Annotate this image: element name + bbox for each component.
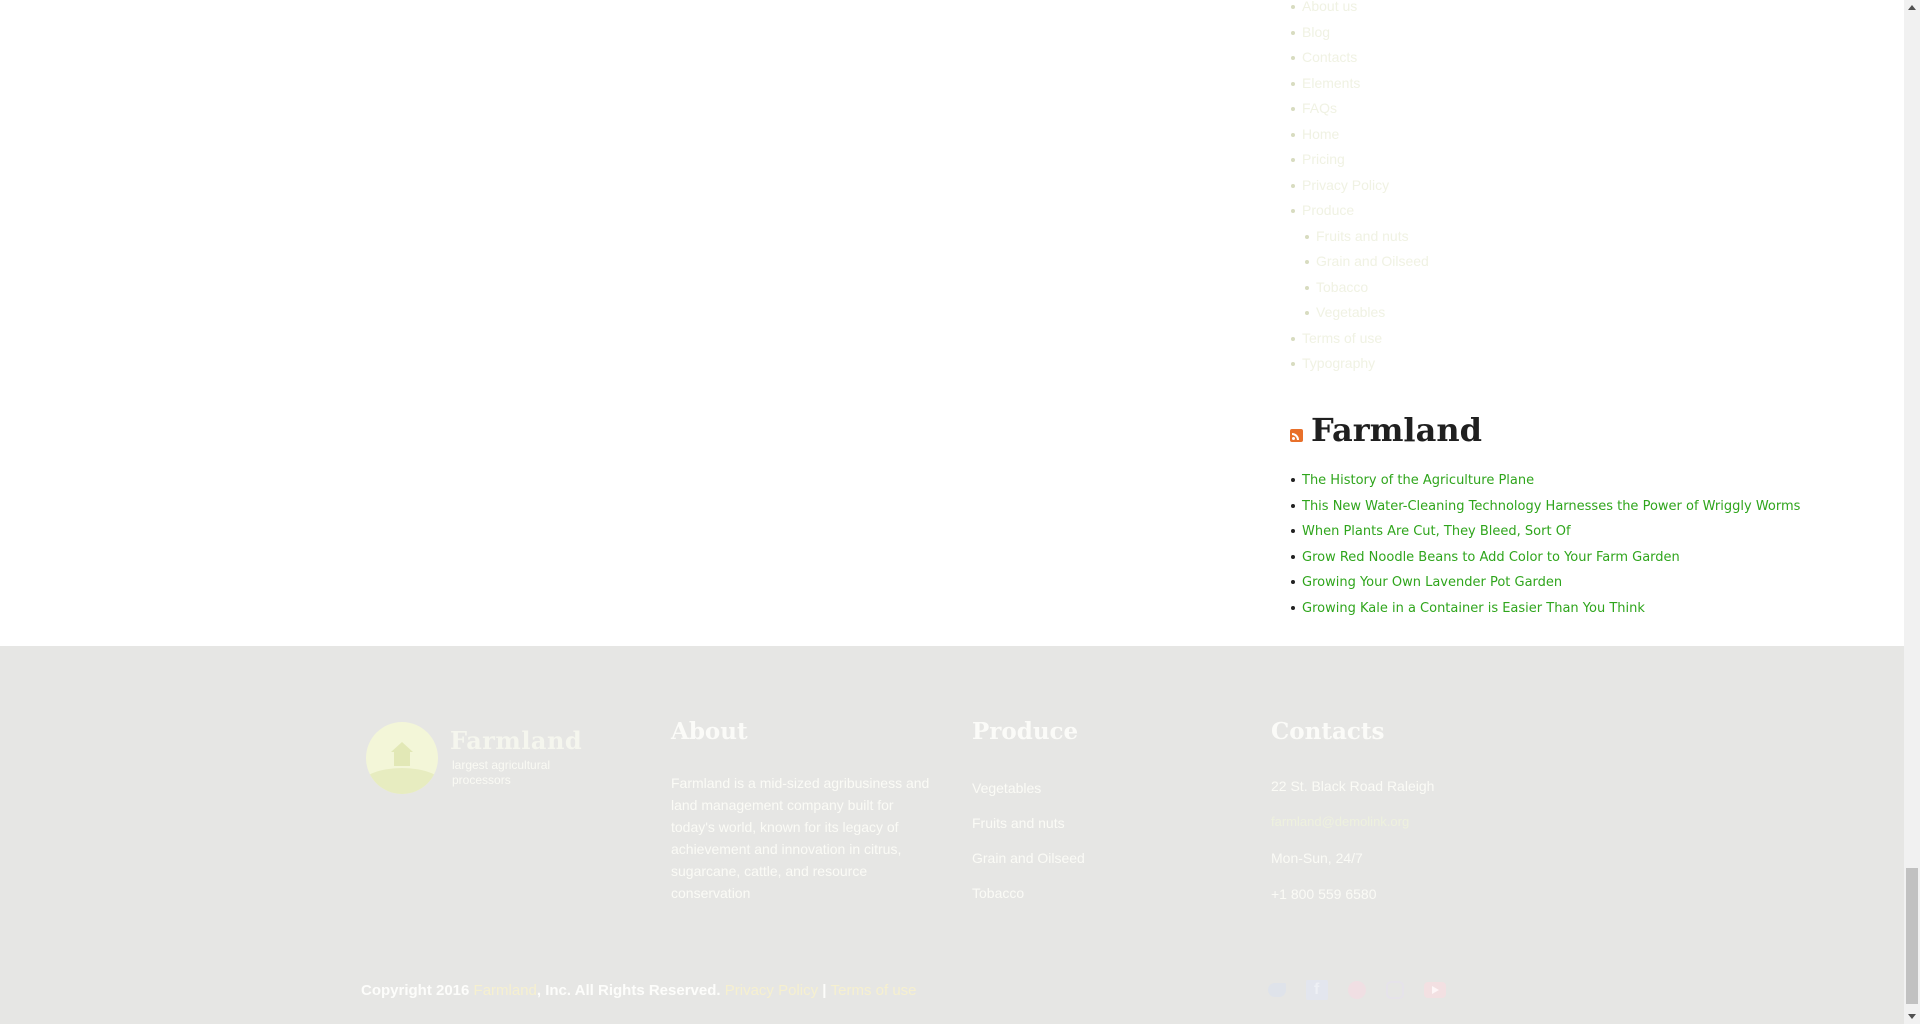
- footer: Farmland largest agricultural processors…: [0, 646, 1904, 1024]
- rss-item-link[interactable]: Grow Red Noodle Beans to Add Color to Yo…: [1302, 550, 1680, 565]
- rss-item: This New Water-Cleaning Technology Harne…: [1282, 494, 1800, 520]
- page-link-typography[interactable]: Typography: [1282, 352, 1882, 378]
- page-link-privacy-policy[interactable]: Privacy Policy: [1282, 174, 1882, 200]
- page-link-terms-of-use[interactable]: Terms of use: [1282, 327, 1882, 353]
- rss-item-link[interactable]: When Plants Are Cut, They Bleed, Sort Of: [1302, 524, 1571, 539]
- copyright-separator: |: [818, 982, 831, 999]
- page-link-about-us[interactable]: About us: [1282, 0, 1882, 21]
- rss-widget-title[interactable]: Farmland: [1311, 410, 1482, 450]
- pinterest-icon[interactable]: [1348, 981, 1366, 999]
- rss-item: Growing Your Own Lavender Pot Garden: [1282, 570, 1800, 596]
- footer-produce-link-fruits-and-nuts[interactable]: Fruits and nuts: [972, 815, 1085, 850]
- page-link-faqs[interactable]: FAQs: [1282, 97, 1882, 123]
- footer-contacts-title: Contacts: [1271, 718, 1385, 745]
- footer-produce-link-vegetables[interactable]: Vegetables: [972, 780, 1085, 815]
- produce-subpages-list: Fruits and nuts Grain and Oilseed Tobacc…: [1296, 225, 1882, 327]
- page-link-blog[interactable]: Blog: [1282, 21, 1882, 47]
- footer-produce-title: Produce: [972, 718, 1079, 745]
- page-link-produce[interactable]: Produce: [1282, 199, 1882, 225]
- rss-item: Growing Kale in a Container is Easier Th…: [1282, 596, 1800, 622]
- farmland-logo[interactable]: [366, 722, 438, 794]
- twitter-icon[interactable]: [1268, 983, 1286, 997]
- page-link-elements[interactable]: Elements: [1282, 72, 1882, 98]
- logo-hill: [366, 768, 438, 794]
- footer-brand-name[interactable]: Farmland: [450, 726, 582, 755]
- page-link-vegetables[interactable]: Vegetables: [1296, 301, 1882, 327]
- page-link-fruits-and-nuts[interactable]: Fruits and nuts: [1296, 225, 1882, 251]
- rss-item-link[interactable]: Growing Kale in a Container is Easier Th…: [1302, 601, 1645, 616]
- rss-item-link[interactable]: Growing Your Own Lavender Pot Garden: [1302, 575, 1562, 590]
- footer-about-text: Farmland is a mid-sized agribusiness and…: [671, 775, 930, 901]
- page-link-contacts[interactable]: Contacts: [1282, 46, 1882, 72]
- page-link-grain-and-oilseed[interactable]: Grain and Oilseed: [1296, 250, 1882, 276]
- privacy-policy-link[interactable]: Privacy Policy: [725, 982, 818, 999]
- footer-contacts-list: 22 St. Black Road Raleigh farmland@demol…: [1271, 778, 1434, 922]
- main-content: About us Blog Contacts Elements FAQs Hom…: [0, 0, 1904, 646]
- footer-produce-link-grain-and-oilseed[interactable]: Grain and Oilseed: [972, 850, 1085, 885]
- sidebar-pages: About us Blog Contacts Elements FAQs Hom…: [1282, 0, 1882, 378]
- footer-produce-link-tobacco[interactable]: Tobacco: [972, 885, 1085, 920]
- rss-item: Grow Red Noodle Beans to Add Color to Yo…: [1282, 545, 1800, 571]
- pages-list: About us Blog Contacts Elements FAQs Hom…: [1282, 0, 1882, 225]
- rss-item-link[interactable]: The History of the Agriculture Plane: [1302, 473, 1534, 488]
- rss-widget: The History of the Agriculture Plane Thi…: [1282, 468, 1800, 621]
- page-link-pricing[interactable]: Pricing: [1282, 148, 1882, 174]
- rss-item: When Plants Are Cut, They Bleed, Sort Of: [1282, 519, 1800, 545]
- rss-icon[interactable]: [1290, 429, 1303, 442]
- youtube-icon[interactable]: [1424, 982, 1446, 998]
- page-link-tobacco[interactable]: Tobacco: [1296, 276, 1882, 302]
- copyright-brand-link[interactable]: Farmland: [474, 982, 537, 999]
- contact-hours: Mon-Sun, 24/7: [1271, 850, 1363, 866]
- scroll-down-arrow-icon[interactable]: [1904, 1008, 1920, 1024]
- instagram-icon[interactable]: [1386, 981, 1404, 999]
- rss-item: The History of the Agriculture Plane: [1282, 468, 1800, 494]
- contact-email-link[interactable]: farmland@demolink.org: [1271, 814, 1434, 850]
- footer-produce-list: Vegetables Fruits and nuts Grain and Oil…: [972, 780, 1085, 920]
- facebook-icon[interactable]: [1306, 980, 1328, 1000]
- copyright-prefix: Copyright 2016: [361, 982, 474, 999]
- rss-widget-header: Farmland: [1290, 410, 1482, 450]
- contact-address: 22 St. Black Road Raleigh: [1271, 778, 1435, 794]
- rss-item-link[interactable]: This New Water-Cleaning Technology Harne…: [1302, 499, 1800, 514]
- footer-about-title: About: [671, 718, 748, 745]
- social-links: [1268, 980, 1446, 1000]
- scroll-up-arrow-icon[interactable]: [1904, 0, 1920, 16]
- page-link-home[interactable]: Home: [1282, 123, 1882, 149]
- vertical-scrollbar[interactable]: [1904, 0, 1920, 1024]
- rss-list: The History of the Agriculture Plane Thi…: [1282, 468, 1800, 621]
- scrollbar-thumb[interactable]: [1906, 868, 1918, 1004]
- logo-barn-icon: [391, 742, 413, 766]
- terms-of-use-link[interactable]: Terms of use: [831, 982, 917, 999]
- copyright: Copyright 2016 Farmland, Inc. All Rights…: [361, 982, 917, 999]
- copyright-middle: , Inc. All Rights Reserved.: [536, 982, 725, 999]
- contact-phone[interactable]: +1 800 559 6580: [1271, 886, 1434, 922]
- page: About us Blog Contacts Elements FAQs Hom…: [0, 0, 1920, 1024]
- footer-brand-tagline: largest agricultural processors: [452, 758, 551, 787]
- pages-list-continued: Terms of use Typography: [1282, 327, 1882, 378]
